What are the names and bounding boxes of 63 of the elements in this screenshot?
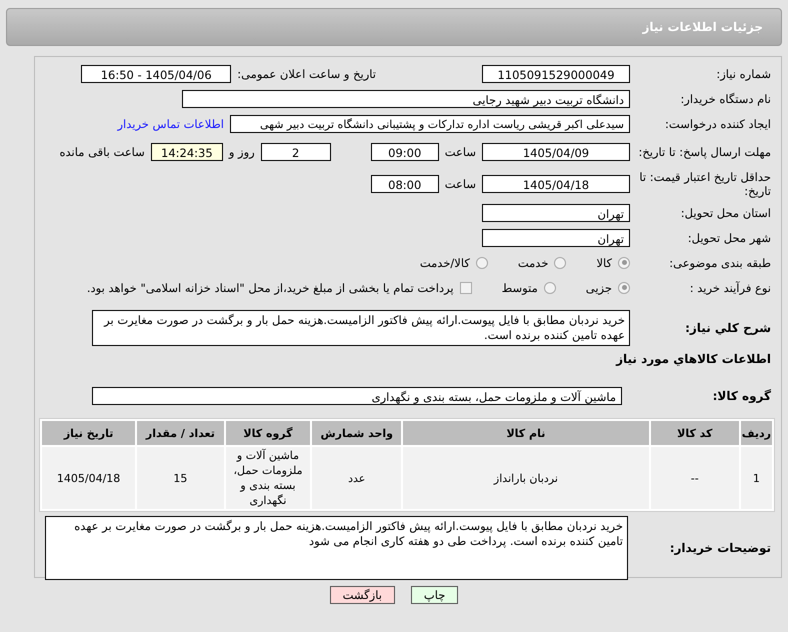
days-field: 2 <box>260 143 331 161</box>
table-cell: عدد <box>312 447 402 509</box>
field-label: طبقه بندی موضوعی: <box>668 256 772 270</box>
radio-label: کالا/خدمت <box>420 256 470 270</box>
back-button[interactable]: بازگشت <box>330 586 395 604</box>
field-label: حداقل تاریخ اعتبار قیمت: تا تاریخ: <box>638 170 772 198</box>
radio-button[interactable] <box>554 256 566 268</box>
table-cell: -- <box>650 447 739 509</box>
table-cell: 15 <box>137 447 224 509</box>
table-cell: ماشین آلات و ملزومات حمل، بسته بندی و نگهداری <box>226 447 310 509</box>
radio-button[interactable] <box>618 282 630 294</box>
validity-time-field: 08:00 <box>370 175 439 193</box>
column-header: کد کالا <box>650 421 739 445</box>
checkbox[interactable] <box>460 282 472 294</box>
buyer-contact-link[interactable]: اطلاعات تماس خریدار <box>117 116 224 130</box>
time-label: ساعت <box>444 145 476 159</box>
table-cell: 1405/04/18 <box>42 447 136 509</box>
radio-button[interactable] <box>618 256 630 268</box>
description-textarea[interactable]: خرید نردبان مطابق با فایل پیوست.ارائه پیش فاکتور الزامیست.هزینه حمل بار و برگشت در صورت مغایرت بر عهده تامین کننده برنده است. <box>92 310 630 346</box>
column-header: واحد شمارش <box>312 421 402 445</box>
field-label: نوع فرآیند خرید : <box>688 280 772 294</box>
announce-date-field: 1405/04/06 - 16:50 <box>81 64 232 82</box>
time-label: ساعت <box>444 177 476 191</box>
city-field: تهران <box>482 228 630 246</box>
table-cell: نردبان بارانداز <box>403 447 649 509</box>
field-label: توضیحات خریدار: <box>668 541 772 555</box>
buyer-name-field: دانشگاه تربیت دبیر شهید رجایی <box>182 90 630 108</box>
field-label: گروه کالا: <box>712 388 772 402</box>
print-button[interactable]: چاپ <box>410 586 458 604</box>
radio-button[interactable] <box>476 256 488 268</box>
field-label: مهلت ارسال پاسخ: تا تاریخ: <box>637 145 772 159</box>
field-label: تاریخ و ساعت اعلان عمومی: <box>237 66 376 80</box>
field-label: ایجاد کننده درخواست: <box>664 116 772 130</box>
field-label: استان محل تحویل: <box>680 206 772 220</box>
radio-button[interactable] <box>544 282 556 294</box>
checkbox-label: پرداخت تمام یا بخشی از مبلغ خرید،از محل "اسناد خزانه اسلامی" خواهد بود. <box>86 280 454 294</box>
page-title: جزئیات اطلاعات نیاز <box>642 20 763 34</box>
section-title: اطلاعات کالاهاي مورد نياز <box>616 352 772 366</box>
table-cell: 1 <box>740 447 772 509</box>
deadline-date-field: 1405/04/09 <box>482 143 630 161</box>
buyer-notes-textarea[interactable]: خرید نردبان مطابق با فایل پیوست.ارائه پیش فاکتور الزامیست.هزینه حمل بار و برگشت در صورت مغایرت بر عهده تامین کننده برنده است. پرداخت طی دو هفته کاری انجام می شود <box>45 516 628 580</box>
validity-date-field: 1405/04/18 <box>482 175 630 193</box>
need-number-field: 1105091529000049 <box>482 64 630 82</box>
column-header: تعداد / مقدار <box>137 421 224 445</box>
field-label: نام دستگاه خریدار: <box>679 92 772 106</box>
field-label: شماره نیاز: <box>715 66 772 80</box>
deadline-time-field: 09:00 <box>370 143 439 161</box>
field-label: شهر محل تحویل: <box>686 230 772 244</box>
column-header: تاریخ نیاز <box>42 421 136 445</box>
radio-label: متوسط <box>502 280 538 294</box>
column-header: ردیف <box>740 421 772 445</box>
goods-group-field: ماشین آلات و ملزومات حمل، بسته بندی و نگهداری <box>92 386 622 404</box>
radio-label: کالا <box>596 256 612 270</box>
remaining-label: ساعت باقی مانده <box>60 145 145 159</box>
remaining-time-field: 14:24:35 <box>150 143 223 161</box>
requester-field: سیدعلی اکبر قریشی ریاست اداره تدارکات و پشتیبانی دانشگاه تربیت دبیر شهی <box>230 114 630 132</box>
column-header: نام کالا <box>403 421 649 445</box>
column-header: گروه کالا <box>226 421 310 445</box>
radio-label: خدمت <box>518 256 548 270</box>
radio-label: جزیی <box>586 280 612 294</box>
province-field: تهران <box>482 204 630 222</box>
field-label: شرح کلي نياز: <box>684 321 772 335</box>
days-label: روز و <box>228 145 255 159</box>
